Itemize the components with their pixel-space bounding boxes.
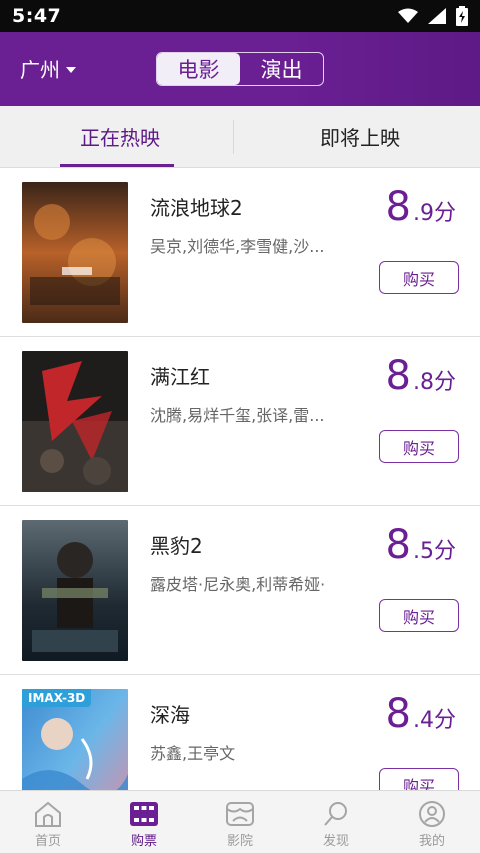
- nav-tickets[interactable]: 购票: [96, 791, 192, 853]
- buy-button[interactable]: 购买: [379, 430, 459, 463]
- movie-cast: 苏鑫,王亭文: [150, 744, 236, 763]
- home-icon: [35, 801, 61, 827]
- score-integer: 8: [385, 522, 411, 568]
- user-icon: [419, 801, 445, 827]
- chevron-down-icon: [66, 66, 76, 73]
- movie-cast: 吴京,刘德华,李雪健,沙...: [150, 237, 325, 256]
- nav-cinema[interactable]: 影院: [192, 791, 288, 853]
- tab-divider: [233, 120, 234, 154]
- segment-show[interactable]: 演出: [240, 53, 323, 85]
- movie-tabs: 正在热映 即将上映: [0, 106, 480, 168]
- movie-poster[interactable]: [22, 520, 128, 661]
- nav-tickets-label: 购票: [130, 834, 157, 849]
- film-icon: [130, 802, 158, 826]
- movie-title: 流浪地球2: [150, 196, 243, 220]
- city-selector[interactable]: 广州: [20, 54, 76, 83]
- city-label: 广州: [20, 58, 60, 82]
- movie-title: 深海: [150, 703, 190, 727]
- movie-cast: 沈腾,易烊千玺,张译,雷...: [150, 406, 325, 425]
- segment-movie[interactable]: 电影: [157, 53, 240, 85]
- movie-score: 8 .4分: [386, 691, 456, 737]
- movie-poster[interactable]: [22, 182, 128, 323]
- nav-mine[interactable]: 我的: [384, 791, 480, 853]
- nav-home[interactable]: 首页: [0, 791, 96, 853]
- score-decimal: .5分: [413, 539, 456, 564]
- score-decimal: .9分: [413, 201, 456, 226]
- imax-badge: IMAX-3D: [22, 689, 92, 707]
- battery-icon: [456, 6, 468, 26]
- wifi-icon: [398, 8, 418, 23]
- score-decimal: .4分: [413, 708, 456, 733]
- status-icons: [398, 6, 468, 26]
- list-item[interactable]: IMAX-3D 深海 苏鑫,王亭文 8 .4分 购买: [0, 675, 480, 790]
- list-item[interactable]: 流浪地球2 吴京,刘德华,李雪健,沙... 8 .9分 购买: [0, 168, 480, 337]
- app-header: 广州 电影 演出: [0, 32, 480, 106]
- nav-mine-label: 我的: [418, 834, 445, 849]
- bottom-nav: 首页 购票 影院 发现 我的: [0, 790, 480, 853]
- status-time: 5:47: [12, 5, 62, 27]
- nav-discover[interactable]: 发现: [288, 791, 384, 853]
- signal-icon: [428, 8, 446, 24]
- movie-title: 满江红: [150, 365, 210, 389]
- tab-coming-soon[interactable]: 即将上映: [240, 106, 480, 167]
- buy-button[interactable]: 购买: [379, 768, 459, 790]
- movie-score: 8 .8分: [386, 353, 456, 399]
- list-item[interactable]: 黑豹2 露皮塔·尼永奥,利蒂希娅· 8 .5分 购买: [0, 506, 480, 675]
- movie-title: 黑豹2: [150, 534, 203, 558]
- movie-score: 8 .5分: [386, 522, 456, 568]
- movie-list[interactable]: 流浪地球2 吴京,刘德华,李雪健,沙... 8 .9分 购买 满江红 沈腾,易烊…: [0, 168, 480, 790]
- buy-button[interactable]: 购买: [379, 599, 459, 632]
- buy-button[interactable]: 购买: [379, 261, 459, 294]
- list-item[interactable]: 满江红 沈腾,易烊千玺,张译,雷... 8 .8分 购买: [0, 337, 480, 506]
- score-integer: 8: [385, 691, 411, 737]
- movie-cast: 露皮塔·尼永奥,利蒂希娅·: [150, 575, 326, 594]
- tab-now-showing[interactable]: 正在热映: [0, 106, 240, 167]
- search-icon: [324, 802, 347, 826]
- movie-score: 8 .9分: [386, 184, 456, 230]
- movie-poster[interactable]: [22, 351, 128, 492]
- nav-home-label: 首页: [34, 834, 61, 849]
- category-switch: 电影 演出: [156, 52, 324, 86]
- score-integer: 8: [385, 184, 411, 230]
- score-decimal: .8分: [413, 370, 456, 395]
- score-integer: 8: [385, 353, 411, 399]
- nav-discover-label: 发现: [322, 834, 349, 849]
- status-bar: 5:47: [0, 0, 480, 32]
- movie-poster[interactable]: IMAX-3D: [22, 689, 128, 790]
- nav-cinema-label: 影院: [226, 834, 253, 849]
- cinema-icon: [226, 802, 254, 826]
